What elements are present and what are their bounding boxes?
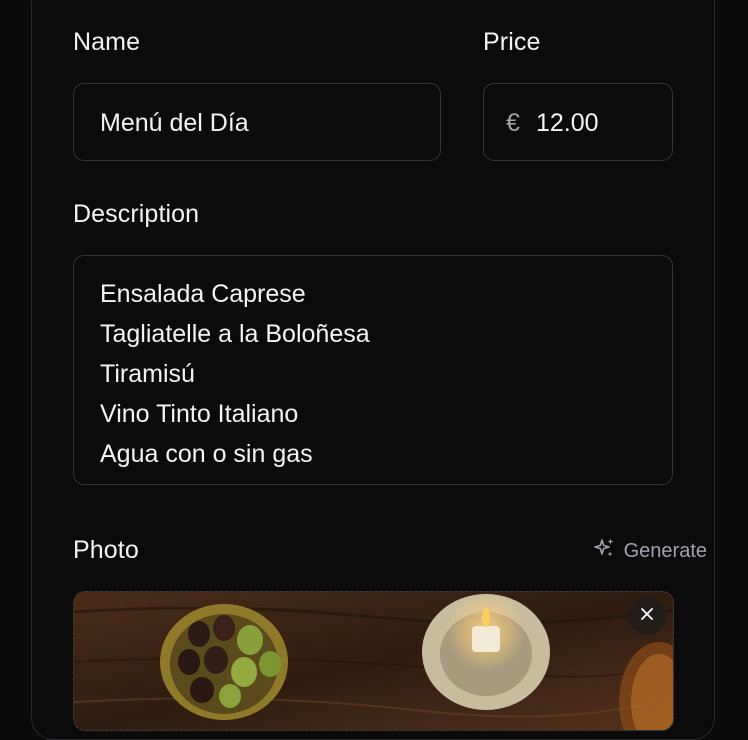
photo-preview [73, 591, 674, 731]
generate-button[interactable]: Generate [593, 537, 707, 565]
price-label: Price [483, 28, 541, 56]
close-icon [640, 607, 654, 626]
name-label: Name [73, 28, 141, 56]
price-value: 12.00 [536, 109, 599, 137]
name-value: Menú del Día [100, 109, 249, 137]
generate-label: Generate [623, 539, 707, 562]
name-field[interactable]: Menú del Día [73, 83, 441, 161]
description-line: Tiramisú [100, 360, 195, 388]
description-line: Tagliatelle a la Boloñesa [100, 320, 370, 348]
price-field[interactable]: € 12.00 [483, 83, 673, 161]
description-label: Description [73, 200, 200, 228]
description-field[interactable]: Ensalada Caprese Tagliatelle a la Boloñe… [73, 255, 673, 485]
photo-label: Photo [73, 536, 139, 564]
remove-photo-button[interactable] [628, 597, 666, 635]
sparkles-icon [593, 537, 616, 565]
currency-symbol: € [506, 109, 520, 137]
description-line: Agua con o sin gas [100, 440, 313, 468]
description-line: Ensalada Caprese [100, 280, 306, 308]
description-line: Vino Tinto Italiano [100, 400, 299, 428]
